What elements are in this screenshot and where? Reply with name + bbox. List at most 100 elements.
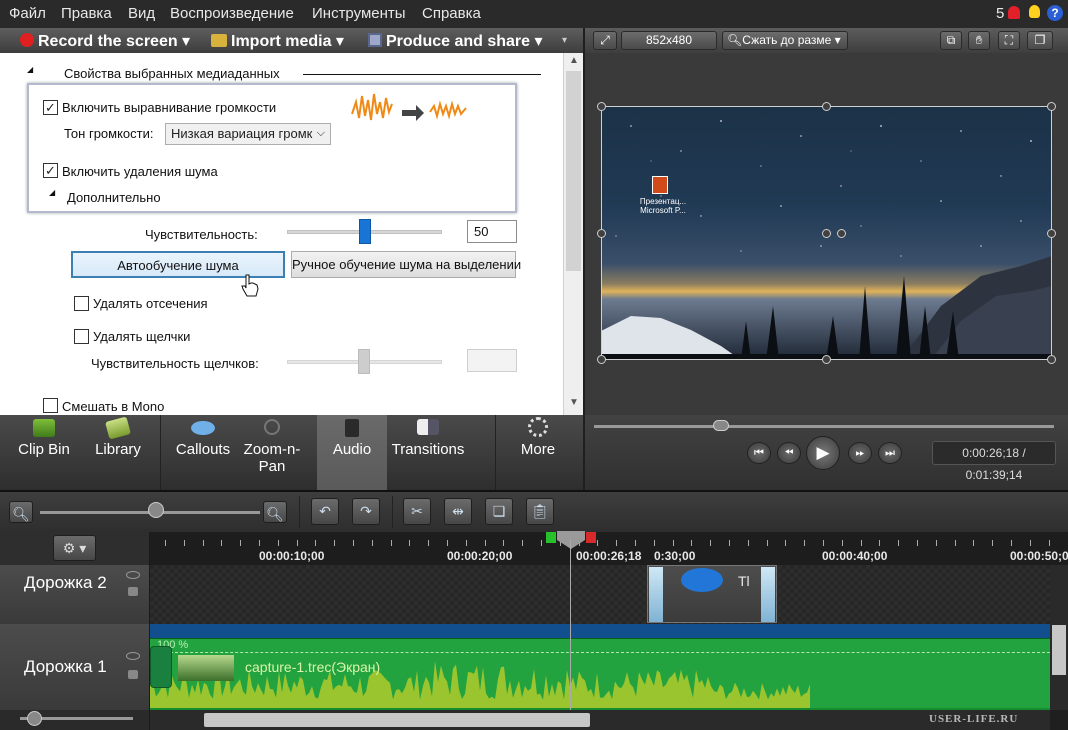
next-clip-icon[interactable]: ⏭︎ xyxy=(878,442,902,464)
resize-handle[interactable] xyxy=(597,102,606,111)
ruler-tick xyxy=(466,540,467,546)
noise-removal-checkbox[interactable]: ✓ xyxy=(43,163,58,178)
tab-audio[interactable]: Audio xyxy=(317,415,387,490)
menu-file[interactable]: Файл xyxy=(9,5,46,22)
menu-playback[interactable]: Воспроизведение xyxy=(170,5,294,22)
tab-separator xyxy=(160,415,161,490)
tab-library[interactable]: Library xyxy=(88,415,148,490)
help-icon[interactable]: ? xyxy=(1047,5,1063,21)
timeline-vertical-scrollbar-thumb[interactable] xyxy=(1052,625,1066,675)
eye-icon[interactable] xyxy=(126,571,140,579)
zoom-in-icon[interactable]: 🔍︎ xyxy=(263,501,287,523)
properties-scrollbar[interactable]: ▲ ▼ xyxy=(563,53,583,415)
rewind-icon[interactable]: ⏪︎ xyxy=(777,442,801,464)
tab-clip-bin[interactable]: Clip Bin xyxy=(0,415,88,490)
import-media-button[interactable]: Import media ▾ xyxy=(211,31,344,51)
rotate-handle[interactable] xyxy=(837,229,846,238)
timeline-horizontal-scrollbar[interactable] xyxy=(150,710,1050,730)
ruler-tick xyxy=(955,540,956,546)
resize-handle[interactable] xyxy=(597,229,606,238)
eye-icon[interactable] xyxy=(126,652,140,660)
fit-option-dropdown[interactable]: 🔍︎Сжать до разме ▾ xyxy=(722,31,848,50)
split-icon[interactable]: ⇹ xyxy=(444,498,472,525)
record-icon xyxy=(20,33,34,47)
lock-icon[interactable] xyxy=(128,670,138,679)
rotate-handle[interactable] xyxy=(822,229,831,238)
ruler-tick xyxy=(372,540,373,546)
zoom-out-icon[interactable]: 🔍︎ xyxy=(9,501,33,523)
resize-handle[interactable] xyxy=(1047,229,1056,238)
tab-more[interactable]: More xyxy=(505,415,571,490)
cut-icon[interactable]: ✂ xyxy=(403,498,431,525)
redo-icon[interactable]: ↷ xyxy=(352,498,380,525)
timeline-zoom-thumb[interactable] xyxy=(148,502,164,518)
crop-icon[interactable]: ⧉ xyxy=(940,31,962,50)
volume-tone-dropdown[interactable]: Низкая вариация громк ⌵ xyxy=(165,123,331,145)
gear-icon[interactable]: ⚙ ▾ xyxy=(53,535,96,561)
tab-transitions[interactable]: Transitions xyxy=(388,415,468,490)
scroll-down-icon[interactable]: ▼ xyxy=(564,397,583,413)
bell-icon[interactable] xyxy=(1008,6,1020,19)
properties-scrollbar-thumb[interactable] xyxy=(566,71,581,271)
selection-start-marker[interactable] xyxy=(546,532,556,543)
resize-handle[interactable] xyxy=(1047,102,1056,111)
resize-handle[interactable] xyxy=(597,355,606,364)
volume-leveling-label: Включить выравнивание громкости xyxy=(62,100,277,115)
track-name[interactable]: Дорожка 2 xyxy=(24,573,107,593)
timeline-horizontal-scrollbar-thumb[interactable] xyxy=(204,713,590,727)
paste-icon[interactable]: 📋︎ xyxy=(526,498,554,525)
ruler-tick xyxy=(710,540,711,546)
menu-view[interactable]: Вид xyxy=(128,5,155,22)
hand-cursor-icon xyxy=(241,274,259,297)
copy-icon[interactable]: ❏ xyxy=(485,498,513,525)
volume-leveling-checkbox[interactable]: ✓ xyxy=(43,100,58,115)
ruler-tick xyxy=(240,540,241,546)
tab-callouts[interactable]: Callouts xyxy=(170,415,236,490)
resize-handle[interactable] xyxy=(822,102,831,111)
collapse-triangle-icon[interactable]: ◢ xyxy=(27,65,33,74)
manual-noise-training-button[interactable]: Ручное обучение шума на выделении xyxy=(291,251,521,278)
sensitivity-slider-thumb[interactable] xyxy=(358,219,371,244)
tab-zoom-n-pan[interactable]: Zoom-n- Pan xyxy=(240,415,304,490)
produce-share-button[interactable]: Produce and share ▾ xyxy=(368,31,543,51)
advanced-collapse-icon[interactable]: ◢ xyxy=(49,188,55,197)
undo-icon[interactable]: ↶ xyxy=(311,498,339,525)
ruler-tick xyxy=(616,540,617,546)
menu-edit[interactable]: Правка xyxy=(61,5,112,22)
expand-icon[interactable]: ⤢ xyxy=(593,31,617,50)
clip-start-handle[interactable] xyxy=(150,646,172,688)
pan-hand-icon[interactable]: ✋︎ xyxy=(968,31,990,50)
menu-tools[interactable]: Инструменты xyxy=(312,5,406,22)
remove-clipping-checkbox[interactable] xyxy=(74,296,89,311)
selection-end-marker[interactable] xyxy=(586,532,596,543)
lightbulb-icon[interactable] xyxy=(1029,5,1040,18)
seek-track[interactable] xyxy=(594,425,1054,428)
volume-line[interactable] xyxy=(150,652,1050,653)
advanced-label[interactable]: Дополнительно xyxy=(67,190,161,205)
play-icon[interactable]: ▶ xyxy=(806,436,840,470)
fast-forward-icon[interactable]: ⏩︎ xyxy=(848,442,872,464)
track-name[interactable]: Дорожка 1 xyxy=(24,657,107,677)
lock-icon[interactable] xyxy=(128,587,138,596)
track-height-slider-thumb[interactable] xyxy=(27,711,42,726)
track-header-1: Дорожка 1 xyxy=(0,624,150,710)
remove-clicks-checkbox[interactable] xyxy=(74,329,89,344)
sensitivity-value-field[interactable]: 50 xyxy=(467,220,517,243)
record-screen-button[interactable]: Record the screen ▾ xyxy=(20,31,190,51)
toolbar-overflow-icon[interactable]: ▾ xyxy=(562,35,567,46)
fade-in-marker xyxy=(649,567,663,622)
fullscreen-icon[interactable]: ⛶ xyxy=(998,31,1020,50)
detach-preview-icon[interactable]: ❐ xyxy=(1027,31,1053,50)
ruler-tick xyxy=(823,540,824,546)
resize-handle[interactable] xyxy=(1047,355,1056,364)
ruler-tick xyxy=(973,540,974,546)
resize-handle[interactable] xyxy=(822,355,831,364)
scroll-up-icon[interactable]: ▲ xyxy=(564,55,583,71)
canvas-size-dropdown[interactable]: 852x480 xyxy=(621,31,717,50)
track-2-lane[interactable] xyxy=(150,565,1050,624)
previous-clip-icon[interactable]: ⏮︎ xyxy=(747,442,771,464)
timeline-vertical-scrollbar[interactable] xyxy=(1050,565,1068,710)
mix-mono-checkbox[interactable] xyxy=(43,398,58,413)
menu-help[interactable]: Справка xyxy=(422,5,481,22)
seek-thumb[interactable] xyxy=(713,420,729,431)
